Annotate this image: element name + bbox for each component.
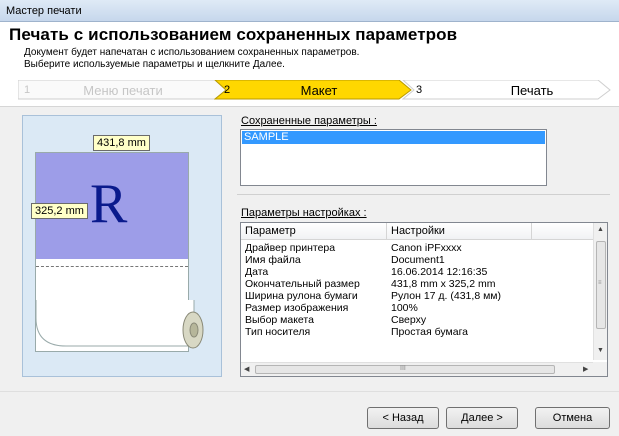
settings-label-text: Параметры настройках :: [241, 207, 367, 219]
horizontal-scroll-thumb[interactable]: III: [255, 365, 555, 374]
cancel-button[interactable]: Отмена: [535, 407, 610, 429]
next-button[interactable]: Далее >: [446, 407, 518, 429]
row-value: 16.06.2014 12:16:35: [391, 266, 488, 278]
step-label: Печать: [510, 83, 554, 98]
row-value: 100%: [391, 302, 418, 314]
step-label: Меню печати: [83, 83, 163, 98]
section-divider: [237, 194, 610, 195]
step-print: 3 Печать: [402, 80, 612, 100]
step-number: 2: [224, 84, 231, 96]
scroll-right-icon[interactable]: ▶: [583, 365, 588, 373]
column-header-param[interactable]: Параметр: [245, 225, 296, 237]
row-value: Canon iPFxxxx: [391, 242, 462, 254]
window-titlebar: Мастер печати: [0, 0, 619, 22]
saved-params-label: Сохраненные параметры :: [241, 115, 377, 127]
row-value: 431,8 mm x 325,2 mm: [391, 278, 496, 290]
horizontal-scrollbar[interactable]: ◀ III ▶: [241, 362, 595, 376]
scroll-left-icon[interactable]: ◀: [244, 365, 249, 373]
row-value: Рулон 17 д. (431,8 мм): [391, 290, 502, 302]
table-row[interactable]: Выбор макета Сверху: [241, 314, 595, 326]
settings-table[interactable]: Параметр Настройки Драйвер принтера Cano…: [240, 222, 608, 377]
table-row[interactable]: Имя файла Document1: [241, 254, 595, 266]
saved-params-label-text: Сохраненные параметры :: [241, 115, 377, 127]
row-param: Дата: [245, 266, 269, 278]
page-title: Печать с использованием сохраненных пара…: [9, 25, 458, 44]
height-dimension-label: 325,2 mm: [31, 203, 88, 219]
step-label: Макет: [300, 83, 338, 98]
scrollbar-corner: [593, 362, 607, 376]
row-param: Выбор макета: [245, 314, 314, 326]
saved-params-list[interactable]: SAMPLE: [240, 129, 547, 186]
vertical-scroll-thumb[interactable]: ≡: [596, 241, 606, 329]
row-param: Драйвер принтера: [245, 242, 336, 254]
settings-label: Параметры настройках :: [241, 207, 367, 219]
wizard-footer: [0, 391, 619, 436]
table-row[interactable]: Тип носителя Простая бумага: [241, 326, 595, 338]
table-row[interactable]: Размер изображения 100%: [241, 302, 595, 314]
row-param: Имя файла: [245, 254, 301, 266]
row-param: Окончательный размер: [245, 278, 360, 290]
table-row[interactable]: Дата 16.06.2014 12:16:35: [241, 266, 595, 278]
row-value: Document1: [391, 254, 445, 266]
settings-table-header: Параметр Настройки: [241, 223, 595, 240]
table-row[interactable]: Окончательный размер 431,8 mm x 325,2 mm: [241, 278, 595, 290]
scroll-down-icon[interactable]: ▼: [597, 347, 604, 354]
vertical-scrollbar[interactable]: ▲ ≡ ▼: [593, 223, 607, 360]
width-dimension-label: 431,8 mm: [93, 135, 150, 151]
grip-icon: ≡: [598, 280, 602, 286]
wizard-steps: 1 Меню печати 2 Макет 3 Печать: [18, 80, 612, 100]
row-param: Размер изображения: [245, 302, 349, 314]
column-header-value[interactable]: Настройки: [391, 225, 445, 237]
step-number: 1: [24, 84, 31, 96]
preview-cut-line: [36, 266, 188, 267]
preview-orientation-glyph: R: [90, 173, 128, 235]
column-separator[interactable]: [531, 223, 532, 240]
page-description-line1: Документ будет напечатан с использование…: [24, 47, 360, 58]
window-title: Мастер печати: [6, 5, 82, 17]
step-number: 3: [416, 84, 423, 96]
step-layout: 2 Макет: [214, 80, 414, 100]
step-print-menu: 1 Меню печати: [18, 80, 228, 100]
row-value: Простая бумага: [391, 326, 469, 338]
row-value: Сверху: [391, 314, 427, 326]
row-param: Тип носителя: [245, 326, 311, 338]
page-description-line2: Выберите используемые параметры и щелкни…: [24, 59, 285, 70]
back-button[interactable]: < Назад: [367, 407, 439, 429]
wizard-header: Печать с использованием сохраненных пара…: [0, 22, 619, 78]
column-separator[interactable]: [386, 223, 387, 240]
saved-params-item-selected[interactable]: SAMPLE: [242, 131, 545, 144]
scroll-up-icon[interactable]: ▲: [597, 226, 604, 233]
row-param: Ширина рулона бумаги: [245, 290, 358, 302]
paper-roll-icon: [36, 300, 204, 349]
table-row[interactable]: Ширина рулона бумаги Рулон 17 д. (431,8 …: [241, 290, 595, 302]
grip-icon: III: [400, 365, 406, 372]
table-row[interactable]: Драйвер принтера Canon iPFxxxx: [241, 242, 595, 254]
